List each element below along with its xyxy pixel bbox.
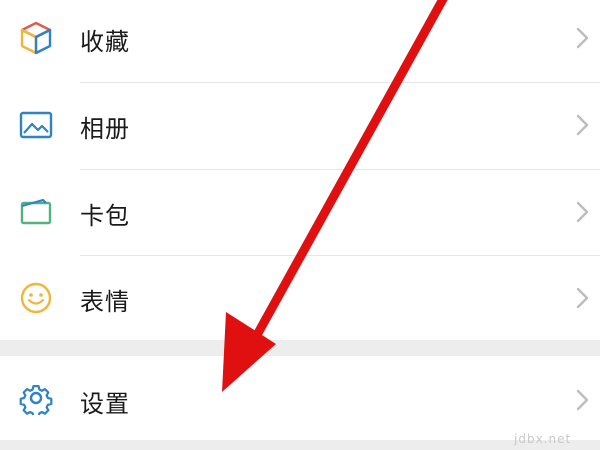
menu-item-label: 卡包 (80, 202, 130, 230)
cube-icon (16, 18, 56, 58)
menu-group-settings: 设置 (0, 356, 600, 440)
menu-item-settings[interactable]: 设置 (0, 356, 600, 442)
chevron-right-icon (574, 286, 590, 310)
wallet-card-icon (16, 192, 56, 232)
menu-item-stickers[interactable]: 表情 (0, 256, 600, 342)
picture-icon (16, 105, 56, 145)
menu-item-label: 收藏 (80, 28, 130, 56)
chevron-right-icon (574, 26, 590, 50)
gear-icon (16, 378, 56, 418)
chevron-right-icon (574, 200, 590, 224)
chevron-right-icon (574, 388, 590, 412)
section-separator (0, 340, 600, 356)
menu-item-label: 表情 (80, 288, 130, 316)
settings-screen: 收藏 相册 卡包 表情 设置 jdbx.net (0, 0, 600, 450)
menu-item-favorites[interactable]: 收藏 (0, 0, 600, 82)
bottom-separator (0, 440, 600, 450)
chevron-right-icon (574, 113, 590, 137)
menu-item-label: 设置 (80, 390, 130, 418)
smiley-icon (16, 278, 56, 318)
menu-item-album[interactable]: 相册 (0, 83, 600, 169)
menu-item-card-wallet[interactable]: 卡包 (0, 170, 600, 256)
menu-group-main: 收藏 相册 卡包 表情 (0, 0, 600, 340)
menu-item-label: 相册 (80, 115, 130, 143)
watermark-text: jdbx.net (514, 432, 572, 446)
